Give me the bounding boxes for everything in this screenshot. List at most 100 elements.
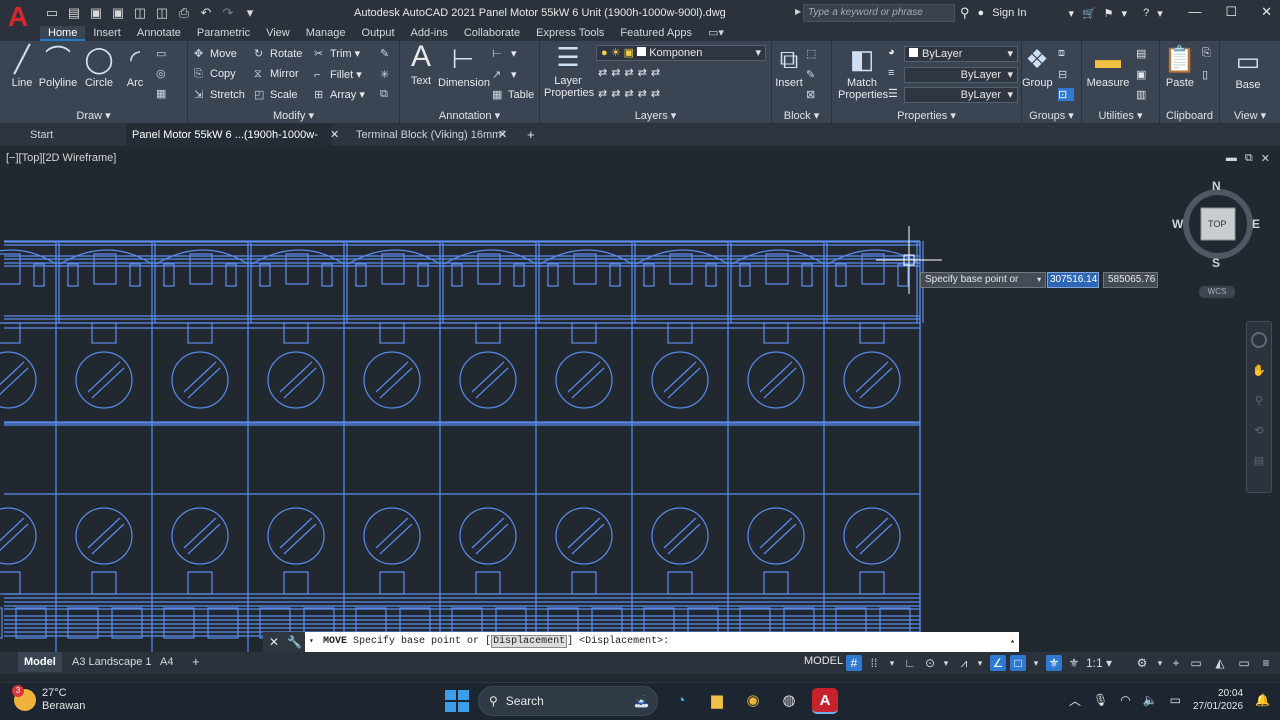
file-explorer-icon[interactable]: ▆ bbox=[704, 688, 730, 714]
weather-widget[interactable]: 3 27°C Berawan bbox=[12, 685, 85, 713]
viewcube[interactable]: N S E W TOP bbox=[1172, 177, 1260, 270]
new-file-icon[interactable]: ▭ bbox=[44, 5, 60, 21]
edge-browser-icon[interactable]: ◔ bbox=[668, 688, 694, 714]
copy-clip-icon[interactable]: ⎘ bbox=[1202, 47, 1211, 60]
tab-a3-landscape[interactable]: A3 Landscape 1 bbox=[66, 652, 158, 672]
terminal-tab[interactable] bbox=[763, 571, 789, 595]
clipboard-panel-title[interactable]: Clipboard bbox=[1160, 110, 1219, 122]
annotation-scale[interactable]: 1:1 ▾ bbox=[1084, 655, 1114, 671]
terminal-tab[interactable] bbox=[0, 322, 21, 344]
modify-panel-title[interactable]: Modify ▾ bbox=[188, 109, 399, 122]
terminal-slot[interactable] bbox=[643, 263, 655, 287]
table-button[interactable]: ▦ Table bbox=[492, 88, 534, 101]
object-snap-icon[interactable]: □ bbox=[1010, 655, 1026, 671]
terminal-slot[interactable] bbox=[609, 263, 621, 287]
exchange-icon[interactable]: ⚑ bbox=[1104, 7, 1114, 20]
microphone-icon[interactable]: 🎙 bbox=[1093, 693, 1108, 707]
terminal-tab[interactable] bbox=[91, 322, 117, 344]
tab-featured-apps[interactable]: Featured Apps bbox=[612, 26, 700, 41]
quick-select-icon[interactable]: ▣ bbox=[1136, 68, 1146, 81]
compass-west[interactable]: W bbox=[1172, 217, 1183, 231]
screw-slot[interactable] bbox=[0, 517, 25, 548]
terminal-arc[interactable] bbox=[539, 249, 633, 265]
terminal-tab[interactable] bbox=[0, 571, 21, 595]
terminal-tab[interactable] bbox=[187, 322, 213, 344]
copy-button[interactable]: ⎘ Copy bbox=[194, 68, 236, 81]
volume-icon[interactable]: 🔈 bbox=[1143, 693, 1158, 707]
terminal-arc[interactable] bbox=[251, 249, 345, 265]
snap-dropdown-icon[interactable]: ▾ bbox=[884, 655, 900, 671]
terminal-tab[interactable] bbox=[859, 322, 885, 344]
orbit-icon[interactable]: ⟲ bbox=[1252, 424, 1266, 438]
wcs-menu[interactable]: WCS bbox=[1199, 286, 1235, 298]
isodraft-icon[interactable]: ⩘ bbox=[956, 655, 972, 671]
dimension-button[interactable]: ⊢ Dimension bbox=[438, 45, 490, 89]
terminal-screw[interactable] bbox=[459, 351, 517, 409]
terminal-tab[interactable] bbox=[283, 322, 309, 344]
tab-start[interactable]: Start bbox=[24, 124, 59, 146]
match-properties-button[interactable]: ◧ Match Properties bbox=[838, 45, 888, 101]
annotation-panel-title[interactable]: Annotation ▾ bbox=[400, 109, 539, 122]
insert-button[interactable]: ⧉ Insert bbox=[774, 45, 804, 89]
terminal-foot[interactable] bbox=[207, 607, 239, 639]
isolate-objects-icon[interactable]: ◭ bbox=[1212, 655, 1228, 671]
terminal-slot[interactable] bbox=[163, 263, 175, 287]
autoscale-icon[interactable]: ⚜ bbox=[1066, 655, 1082, 671]
paste-button[interactable]: 📋 Paste bbox=[1162, 45, 1198, 89]
terminal-arc[interactable] bbox=[155, 249, 249, 265]
layer-tools-row-1[interactable]: ⇄⇄⇄⇄⇄ bbox=[598, 66, 664, 79]
command-input[interactable]: ▾ MOVE Specify base point or [Displaceme… bbox=[305, 632, 1019, 652]
properties-panel-title[interactable]: Properties ▾ bbox=[832, 109, 1021, 122]
tab-terminal-block[interactable]: Terminal Block (Viking) 16mm² bbox=[350, 124, 511, 146]
terminal-tab[interactable] bbox=[379, 322, 405, 344]
color-dropdown[interactable]: ByLayer ▾ bbox=[904, 46, 1018, 62]
tab-manage[interactable]: Manage bbox=[298, 26, 354, 41]
terminal-tab[interactable] bbox=[283, 571, 309, 595]
help-dropdown-icon[interactable]: ▾ bbox=[1122, 7, 1128, 20]
dynamic-input-x[interactable]: 307516.14 bbox=[1047, 272, 1099, 288]
close-icon[interactable]: ✕ bbox=[1261, 4, 1272, 20]
calculator-icon[interactable]: ▤ bbox=[1136, 47, 1146, 60]
grid-icon[interactable]: # bbox=[846, 655, 862, 671]
workspace-dropdown-icon[interactable]: ▾ bbox=[1152, 655, 1168, 671]
terminal-slot[interactable] bbox=[67, 263, 79, 287]
terminal-arc[interactable] bbox=[443, 249, 537, 265]
terminal-foot[interactable] bbox=[163, 607, 195, 639]
group-edit-button[interactable]: ⊟ bbox=[1058, 68, 1074, 81]
tab-collaborate[interactable]: Collaborate bbox=[456, 26, 528, 41]
open-folder-icon[interactable]: ▤ bbox=[66, 5, 82, 21]
save-icon[interactable]: ▣ bbox=[88, 5, 104, 21]
linear-dim-button[interactable]: ⊢ ▾ bbox=[492, 47, 517, 60]
explode-button[interactable]: ✳ bbox=[380, 68, 396, 81]
steering-wheel-icon[interactable] bbox=[1251, 332, 1267, 348]
terminal-tab[interactable] bbox=[571, 322, 597, 344]
base-view-button[interactable]: ▭ Base bbox=[1230, 47, 1266, 91]
erase-button[interactable]: ✎ bbox=[380, 47, 396, 60]
terminal-slot[interactable] bbox=[33, 263, 45, 287]
tab-parametric[interactable]: Parametric bbox=[189, 26, 258, 41]
mirror-button[interactable]: ⧖ Mirror bbox=[254, 68, 299, 81]
dynamic-input-y[interactable]: 585065.76 bbox=[1103, 272, 1158, 288]
command-option-displacement[interactable]: Displacement bbox=[491, 635, 568, 648]
redo-icon[interactable]: ↷ bbox=[220, 5, 236, 21]
terminal-screw[interactable] bbox=[267, 351, 325, 409]
tab-insert[interactable]: Insert bbox=[85, 26, 129, 41]
terminal-foot[interactable] bbox=[0, 607, 3, 639]
show-hidden-icons[interactable]: ︿ bbox=[1069, 692, 1081, 709]
terminal-slot[interactable] bbox=[225, 263, 237, 287]
layer-properties-button[interactable]: ☰ Layer Properties bbox=[544, 43, 594, 99]
line-button[interactable]: ╱ Line bbox=[8, 45, 36, 89]
draw-panel-title[interactable]: Draw ▾ bbox=[0, 109, 187, 122]
tab-annotate[interactable]: Annotate bbox=[129, 26, 189, 41]
hatch-button[interactable]: ◎ bbox=[156, 67, 172, 80]
terminal-arc[interactable] bbox=[59, 249, 153, 265]
notification-bell-icon[interactable]: 🔔 bbox=[1255, 693, 1270, 707]
terminal-tab[interactable] bbox=[667, 322, 693, 344]
rotate-button[interactable]: ↻ Rotate bbox=[254, 47, 302, 60]
close-tab-icon[interactable]: ✕ bbox=[330, 128, 339, 141]
terminal-tab[interactable] bbox=[187, 571, 213, 595]
ortho-icon[interactable]: ∟ bbox=[902, 655, 918, 671]
units-icon[interactable]: ▭ bbox=[1188, 655, 1204, 671]
offset-button[interactable]: ⧉ bbox=[380, 88, 396, 101]
battery-icon[interactable]: ▭ bbox=[1170, 693, 1181, 707]
